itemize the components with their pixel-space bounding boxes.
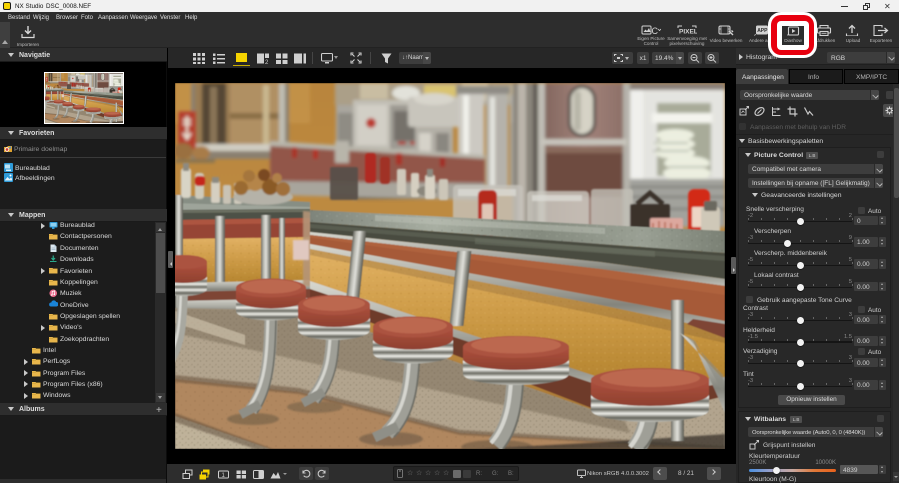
svg-text:PIXEL: PIXEL — [679, 29, 697, 36]
svg-text:C: C — [652, 26, 659, 36]
svg-text:2: 2 — [265, 60, 269, 64]
svg-text:APP: APP — [757, 28, 768, 34]
